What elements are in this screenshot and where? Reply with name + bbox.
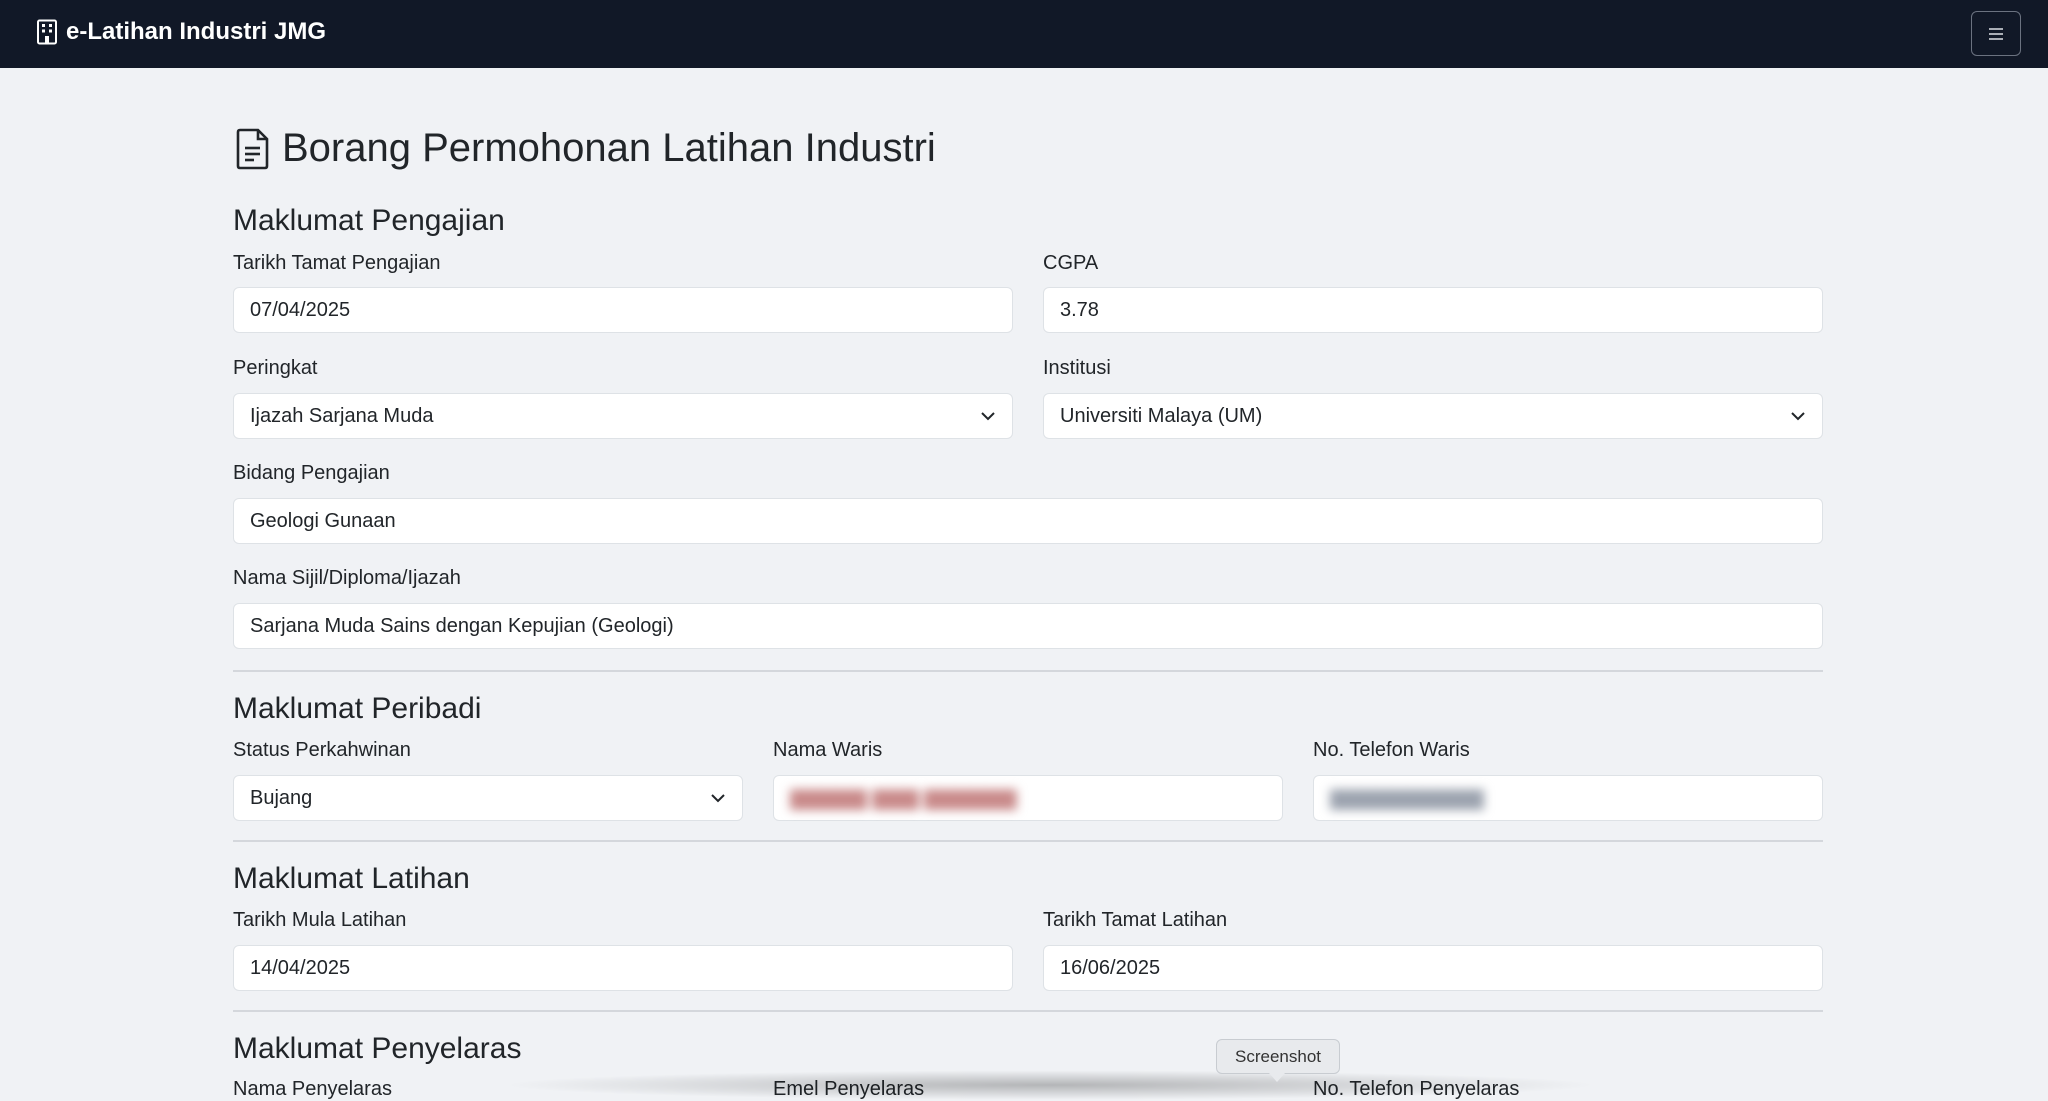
section-divider — [233, 1010, 1823, 1012]
cgpa-label: CGPA — [1043, 252, 1099, 274]
cgpa-value: 3.78 — [1060, 298, 1099, 321]
section-title-penyelaras: Maklumat Penyelaras — [233, 1032, 522, 1065]
top-navbar: e-Latihan Industri JMG — [0, 0, 2048, 68]
page-title: Borang Permohonan Latihan Industri — [234, 126, 936, 171]
peringkat-select[interactable]: Ijazah Sarjana Muda — [233, 393, 1013, 439]
tarikh-tamat-latihan-label: Tarikh Tamat Latihan — [1043, 909, 1228, 931]
nama-sijil-field[interactable]: Sarjana Muda Sains dengan Kepujian (Geol… — [233, 603, 1823, 649]
nama-waris-field[interactable]: ▇▇▇▇▇ ▇▇▇ ▇▇▇▇▇▇ — [773, 775, 1283, 821]
peringkat-value: Ijazah Sarjana Muda — [250, 404, 434, 427]
screenshot-tooltip: Screenshot — [1216, 1039, 1340, 1082]
nama-waris-label: Nama Waris — [773, 739, 883, 761]
institusi-select[interactable]: Universiti Malaya (UM) — [1043, 393, 1823, 439]
status-perkahwinan-label: Status Perkahwinan — [233, 739, 411, 761]
chevron-down-icon — [981, 412, 995, 421]
telefon-waris-label: No. Telefon Waris — [1313, 739, 1470, 761]
tarikh-mula-latihan-field[interactable]: 14/04/2025 — [233, 945, 1013, 991]
tarikh-mula-latihan-value: 14/04/2025 — [250, 956, 351, 979]
building-icon — [37, 19, 57, 45]
tarikh-tamat-pengajian-value: 07/04/2025 — [250, 298, 351, 321]
section-divider — [233, 840, 1823, 842]
emel-penyelaras-label: Emel Penyelaras — [773, 1078, 925, 1100]
tarikh-tamat-pengajian-label: Tarikh Tamat Pengajian — [233, 252, 441, 274]
chevron-down-icon — [1791, 412, 1805, 421]
chevron-down-icon — [711, 794, 725, 803]
document-icon — [236, 128, 269, 169]
section-title-peribadi: Maklumat Peribadi — [233, 692, 482, 725]
status-perkahwinan-select[interactable]: Bujang — [233, 775, 743, 821]
tarikh-tamat-latihan-value: 16/06/2025 — [1060, 956, 1161, 979]
nama-sijil-label: Nama Sijil/Diploma/Ijazah — [233, 567, 461, 589]
section-title-latihan: Maklumat Latihan — [233, 862, 470, 895]
section-divider — [233, 670, 1823, 672]
navbar-toggle-button[interactable] — [1971, 11, 2021, 56]
status-perkahwinan-value: Bujang — [250, 786, 313, 809]
page-title-text: Borang Permohonan Latihan Industri — [282, 126, 936, 170]
nama-waris-redacted-value: ▇▇▇▇▇ ▇▇▇ ▇▇▇▇▇▇ — [790, 787, 1017, 810]
peringkat-label: Peringkat — [233, 357, 318, 379]
bidang-pengajian-value: Geologi Gunaan — [250, 509, 396, 532]
nama-penyelaras-label: Nama Penyelaras — [233, 1078, 392, 1100]
brand-link[interactable]: e-Latihan Industri JMG — [36, 18, 326, 46]
tarikh-tamat-pengajian-field[interactable]: 07/04/2025 — [233, 287, 1013, 333]
tarikh-tamat-latihan-field[interactable]: 16/06/2025 — [1043, 945, 1823, 991]
nama-sijil-value: Sarjana Muda Sains dengan Kepujian (Geol… — [250, 614, 674, 637]
cgpa-field[interactable]: 3.78 — [1043, 287, 1823, 333]
bidang-pengajian-label: Bidang Pengajian — [233, 462, 390, 484]
telefon-waris-redacted-value: ▇▇▇▇▇▇▇▇▇▇ — [1330, 787, 1484, 810]
section-title-pengajian: Maklumat Pengajian — [233, 204, 505, 237]
institusi-label: Institusi — [1043, 357, 1111, 379]
institusi-value: Universiti Malaya (UM) — [1060, 404, 1263, 427]
telefon-waris-field[interactable]: ▇▇▇▇▇▇▇▇▇▇ — [1313, 775, 1823, 821]
tarikh-mula-latihan-label: Tarikh Mula Latihan — [233, 909, 407, 931]
telefon-penyelaras-label: No. Telefon Penyelaras — [1313, 1078, 1520, 1100]
bidang-pengajian-field[interactable]: Geologi Gunaan — [233, 498, 1823, 544]
hamburger-icon — [1989, 27, 2003, 40]
brand-title: e-Latihan Industri JMG — [66, 18, 327, 45]
